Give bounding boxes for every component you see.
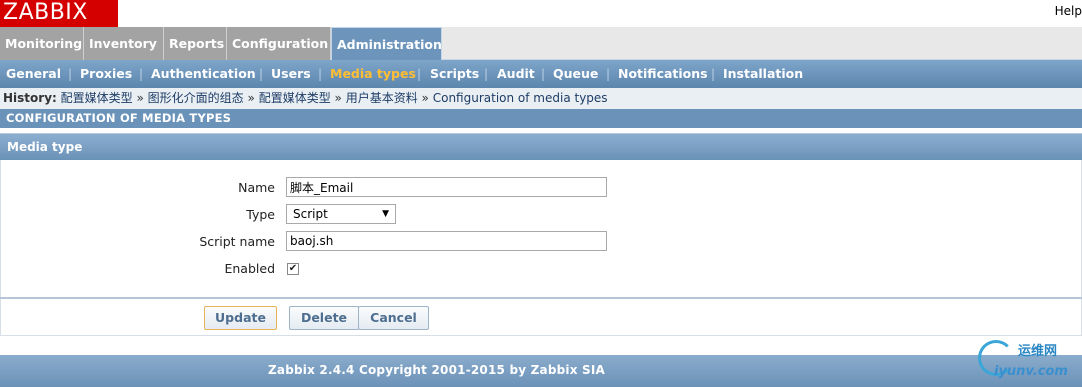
type-select-value: Script	[293, 207, 328, 221]
submenu-scripts[interactable]: Scripts	[430, 60, 479, 88]
submenu-separator: |	[711, 67, 716, 81]
submenu-separator: |	[139, 67, 144, 81]
tab-administration[interactable]: Administration	[331, 27, 442, 60]
form-buttons: Update Delete Cancel	[0, 299, 1082, 336]
dropdown-arrow-icon: ▼	[382, 209, 389, 219]
enabled-checkbox[interactable]: ✔	[287, 263, 299, 275]
tab-configuration[interactable]: Configuration	[227, 27, 331, 60]
help-link[interactable]: Help	[1055, 4, 1082, 18]
name-input[interactable]	[286, 177, 607, 197]
top-header: ZABBIX Help	[0, 0, 1082, 27]
name-label: Name	[238, 180, 275, 195]
history-separator: »	[247, 91, 255, 105]
form-title: Media type	[0, 133, 1082, 160]
media-type-form: Name Type Script ▼ Script name Enabled ✔	[0, 160, 1082, 297]
history-label: History:	[3, 91, 57, 105]
history-link-current[interactable]: Configuration of media types	[433, 91, 608, 105]
update-button[interactable]: Update	[204, 306, 277, 330]
submenu-separator: |	[484, 67, 489, 81]
cancel-button[interactable]: Cancel	[358, 306, 429, 330]
history-link[interactable]: 配置媒体类型	[61, 91, 133, 105]
delete-button[interactable]: Delete	[289, 306, 359, 330]
submenu-media-types[interactable]: Media types	[330, 60, 416, 88]
submenu-users[interactable]: Users	[271, 60, 311, 88]
submenu-queue[interactable]: Queue	[553, 60, 598, 88]
tab-reports[interactable]: Reports	[164, 27, 227, 60]
footer: Zabbix 2.4.4 Copyright 2001-2015 by Zabb…	[0, 355, 1082, 387]
submenu-audit[interactable]: Audit	[497, 60, 535, 88]
script-name-input[interactable]	[286, 231, 607, 251]
footer-copyright: Zabbix 2.4.4 Copyright 2001-2015 by Zabb…	[268, 363, 606, 377]
history-link[interactable]: 用户基本资料	[346, 91, 418, 105]
zabbix-logo[interactable]: ZABBIX	[0, 0, 118, 27]
submenu-proxies[interactable]: Proxies	[80, 60, 132, 88]
checkmark-icon: ✔	[288, 263, 298, 274]
submenu-separator: |	[68, 67, 73, 81]
tab-monitoring[interactable]: Monitoring	[0, 27, 84, 60]
history-link[interactable]: 图形化介面的组态	[148, 91, 244, 105]
submenu-general[interactable]: General	[6, 60, 61, 88]
history-separator: »	[136, 91, 144, 105]
submenu-separator: |	[606, 67, 611, 81]
submenu-separator: |	[541, 67, 546, 81]
submenu-separator: |	[417, 67, 422, 81]
submenu-authentication[interactable]: Authentication	[151, 60, 256, 88]
watermark-en: iyunv.com	[994, 364, 1068, 379]
watermark: 运维网 iyunv.com	[978, 340, 1082, 387]
enabled-label: Enabled	[224, 261, 275, 276]
sub-menu: General | Proxies | Authentication | Use…	[0, 60, 1082, 88]
script-name-label: Script name	[199, 234, 275, 249]
history-link[interactable]: 配置媒体类型	[259, 91, 331, 105]
submenu-notifications[interactable]: Notifications	[618, 60, 708, 88]
main-menu: Monitoring Inventory Reports Configurati…	[0, 27, 1082, 60]
type-label: Type	[246, 207, 275, 222]
watermark-cn: 运维网	[1018, 344, 1058, 359]
submenu-installation[interactable]: Installation	[723, 60, 803, 88]
page-title: CONFIGURATION OF MEDIA TYPES	[0, 109, 1082, 128]
submenu-separator: |	[318, 67, 323, 81]
history-separator: »	[421, 91, 429, 105]
history-separator: »	[334, 91, 342, 105]
tab-inventory[interactable]: Inventory	[84, 27, 164, 60]
submenu-separator: |	[259, 67, 264, 81]
type-select[interactable]: Script ▼	[286, 204, 396, 224]
page: ZABBIX Help Monitoring Inventory Reports…	[0, 0, 1082, 387]
history-breadcrumb: History: 配置媒体类型 » 图形化介面的组态 » 配置媒体类型 » 用户…	[0, 88, 1082, 109]
